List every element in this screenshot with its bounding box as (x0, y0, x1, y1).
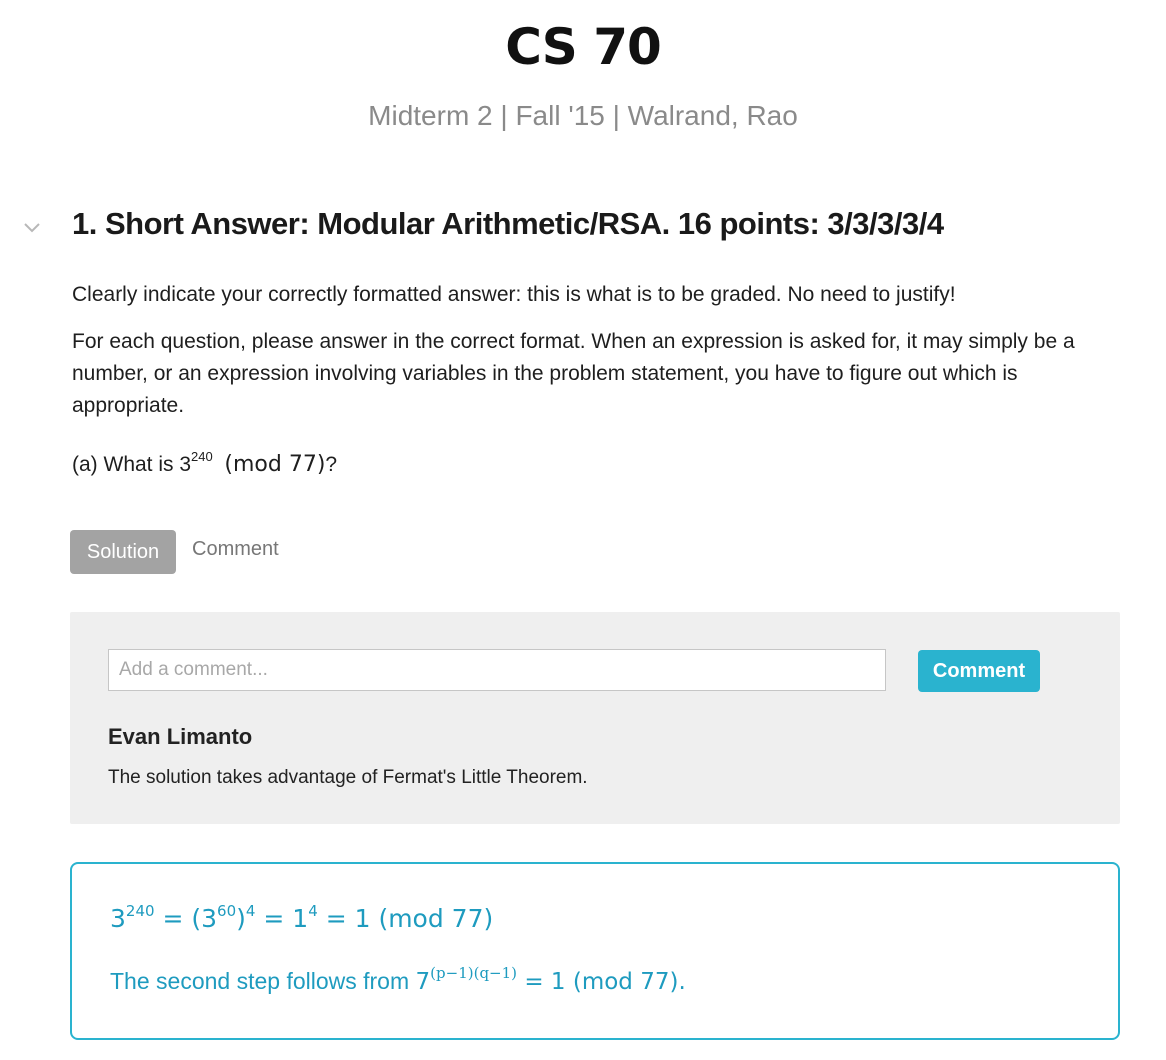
course-title: CS 70 (505, 18, 662, 76)
comment-input[interactable] (108, 649, 886, 691)
question-instructions-2: For each question, please answer in the … (72, 330, 1075, 417)
part-a-exponent: 240 (191, 449, 213, 464)
chevron-down-icon[interactable] (22, 218, 42, 238)
solution-equation: 3240 = (360)4 = 14 = 1 (mod 77) (110, 902, 494, 934)
question-instructions-1: Clearly indicate your correctly formatte… (72, 283, 956, 306)
part-a-suffix: ? (325, 453, 338, 476)
part-a-prefix: (a) What is 3 (72, 453, 192, 476)
tab-solution[interactable]: Solution (70, 530, 176, 574)
comment-author: Evan Limanto (108, 724, 253, 749)
comment-text: The solution takes advantage of Fermat's… (108, 767, 588, 788)
solution-explanation: The second step follows from 7(p−1)(q−1)… (110, 964, 686, 996)
course-subtitle: Midterm 2 | Fall '15 | Walrand, Rao (368, 100, 798, 131)
question-heading: 1. Short Answer: Modular Arithmetic/RSA.… (72, 206, 944, 241)
tab-comment[interactable]: Comment (192, 538, 279, 561)
part-a-prompt: (a) What is 3240 (mod 77)? (72, 449, 338, 477)
solution-box: 3240 = (360)4 = 14 = 1 (mod 77) The seco… (70, 862, 1120, 1040)
comment-submit-button[interactable]: Comment (918, 650, 1040, 692)
comment-panel: Comment Evan Limanto The solution takes … (70, 612, 1120, 824)
part-a-mod: (mod 77) (224, 452, 326, 477)
